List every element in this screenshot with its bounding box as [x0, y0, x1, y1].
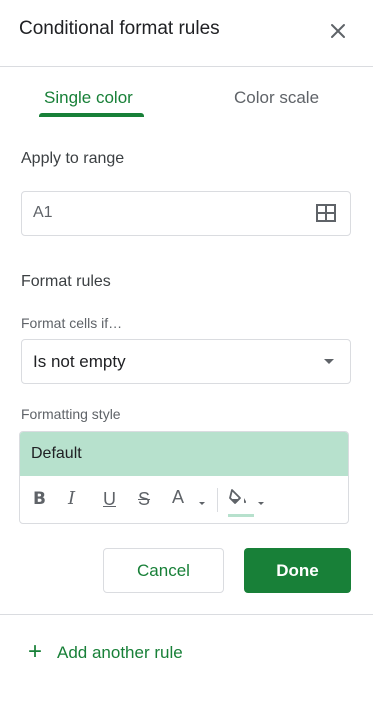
grid-select-icon[interactable] — [316, 204, 336, 222]
style-preview-text: Default — [31, 445, 82, 462]
panel-header: Conditional format rules — [0, 0, 373, 67]
formatting-style-label: Formatting style — [21, 406, 121, 422]
style-toolbar: B I U S A — [20, 476, 348, 523]
underline-button[interactable]: U — [103, 489, 116, 509]
tab-bar: Single color Color scale — [0, 68, 373, 118]
bold-button[interactable]: B — [33, 489, 46, 509]
toolbar-divider — [217, 488, 218, 512]
format-rules-heading: Format rules — [21, 273, 111, 290]
close-icon[interactable] — [326, 19, 350, 43]
paint-bucket-icon[interactable] — [228, 486, 256, 516]
strikethrough-button[interactable]: S — [138, 489, 150, 509]
tab-color-scale[interactable]: Color scale — [234, 88, 319, 108]
condition-select[interactable]: Is not empty — [21, 339, 351, 384]
cancel-button[interactable]: Cancel — [103, 548, 224, 593]
style-preview[interactable]: Default — [20, 432, 348, 476]
format-cells-if-label: Format cells if… — [21, 315, 123, 331]
add-another-rule-label: Add another rule — [57, 643, 183, 662]
range-value[interactable]: A1 — [33, 204, 53, 222]
divider — [0, 614, 373, 615]
panel-title: Conditional format rules — [19, 18, 220, 39]
text-color-chevron-icon[interactable] — [199, 502, 205, 505]
italic-button[interactable]: I — [68, 489, 75, 509]
fill-color-chevron-icon[interactable] — [258, 502, 264, 505]
fill-color-indicator — [228, 514, 254, 517]
text-color-button[interactable]: A — [172, 487, 184, 507]
apply-to-range-label: Apply to range — [21, 150, 125, 167]
condition-value: Is not empty — [33, 352, 126, 371]
range-input[interactable]: A1 — [21, 191, 351, 236]
plus-icon: + — [28, 638, 43, 665]
done-button[interactable]: Done — [244, 548, 351, 593]
formatting-style-box: Default B I U S A — [19, 431, 349, 524]
tab-single-color[interactable]: Single color — [44, 88, 133, 108]
active-tab-indicator — [39, 113, 144, 117]
chevron-down-icon — [324, 359, 334, 364]
